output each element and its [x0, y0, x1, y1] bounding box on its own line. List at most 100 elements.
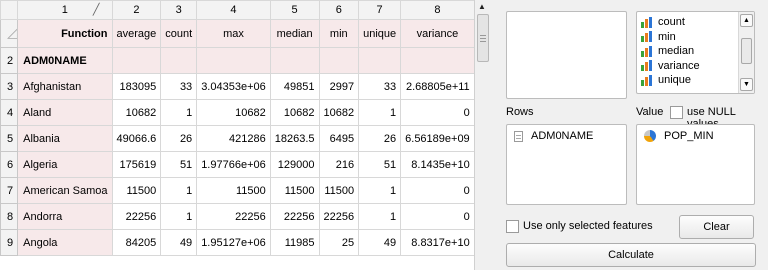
table-cell[interactable]: 1 [358, 177, 402, 204]
table-cell[interactable]: 22256 [111, 203, 162, 230]
table-cell[interactable]: 25 [318, 229, 360, 256]
empty-cell [269, 47, 320, 74]
columns-list[interactable] [506, 11, 627, 99]
pivot-table-view[interactable]: 1 ╱ 2 3 4 5 6 7 8 ◿ Function average coun… [0, 0, 474, 270]
table-cell[interactable]: 1 [358, 99, 402, 126]
table-cell[interactable]: 49066.6 [111, 125, 162, 152]
use-null-checkbox[interactable] [670, 106, 683, 119]
table-cell[interactable]: 1 [358, 203, 402, 230]
calculate-button[interactable]: Calculate [506, 243, 756, 267]
clear-button[interactable]: Clear [679, 215, 754, 239]
table-cell[interactable]: 10682 [111, 99, 162, 126]
table-cell[interactable]: 49 [160, 229, 198, 256]
table-cell[interactable]: 183095 [111, 73, 162, 100]
table-cell[interactable]: 1.97766e+06 [196, 151, 271, 178]
table-cell[interactable]: 216 [318, 151, 360, 178]
table-cell[interactable]: 8.8317e+10 [400, 229, 474, 256]
column-header[interactable]: 2 [111, 0, 162, 20]
bar-chart-icon [641, 31, 653, 43]
values-list-item[interactable]: min [641, 30, 676, 44]
table-cell[interactable]: 10682 [269, 99, 320, 126]
table-cell[interactable]: 6495 [318, 125, 360, 152]
function-header: unique [358, 19, 402, 48]
table-cell[interactable]: 2997 [318, 73, 360, 100]
table-cell[interactable]: 22256 [269, 203, 320, 230]
selected-only-label[interactable]: Use only selected features [523, 220, 653, 232]
table-row: 8 Andorra 22256 1 22256 22256 22256 1 0 [0, 203, 474, 230]
values-list[interactable]: count min median variance unique ▲ ▼ [636, 11, 755, 94]
selected-only-checkbox[interactable] [506, 220, 519, 233]
table-cell[interactable]: 129000 [269, 151, 320, 178]
scroll-up-icon[interactable]: ▲ [740, 14, 753, 27]
value-field-item[interactable]: POP_MIN [644, 129, 714, 143]
table-cell[interactable]: 6.56189e+09 [400, 125, 474, 152]
table-cell[interactable]: 1.95127e+06 [196, 229, 271, 256]
scrollbar-thumb[interactable] [741, 38, 752, 64]
row-number[interactable]: 7 [0, 177, 19, 204]
table-cell[interactable]: 1 [160, 203, 198, 230]
table-cell[interactable]: 33 [160, 73, 198, 100]
table-cell[interactable]: 22256 [196, 203, 271, 230]
values-list-item[interactable]: variance [641, 59, 700, 73]
table-vertical-scrollbar[interactable]: ▲ [474, 0, 489, 270]
table-corner[interactable] [0, 0, 19, 20]
table-cell[interactable]: 0 [400, 203, 474, 230]
table-cell[interactable]: 1 [160, 177, 198, 204]
rows-field-list[interactable]: ADM0NAME [506, 124, 627, 205]
row-number[interactable]: 6 [0, 151, 19, 178]
row-number[interactable]: 2 [0, 47, 19, 74]
table-row: 4 Aland 10682 1 10682 10682 10682 1 0 [0, 99, 474, 126]
table-cell[interactable]: 49 [358, 229, 402, 256]
row-number[interactable]: 8 [0, 203, 19, 230]
table-cell[interactable]: 11500 [111, 177, 162, 204]
rows-label: Rows [506, 106, 534, 118]
table-cell[interactable]: 11985 [269, 229, 320, 256]
table-cell[interactable]: 11500 [269, 177, 320, 204]
values-scrollbar[interactable]: ▲ ▼ [738, 12, 754, 93]
table-cell[interactable]: 26 [160, 125, 198, 152]
table-cell[interactable]: 175619 [111, 151, 162, 178]
pie-chart-icon [644, 130, 656, 143]
column-header[interactable]: 5 [269, 0, 320, 20]
table-cell[interactable]: 2.68805e+11 [400, 73, 474, 100]
value-field-list[interactable]: POP_MIN [636, 124, 755, 205]
table-cell[interactable]: 10682 [318, 99, 360, 126]
table-cell[interactable]: 84205 [111, 229, 162, 256]
table-cell[interactable]: 10682 [196, 99, 271, 126]
column-header[interactable]: 3 [160, 0, 198, 20]
scrollbar-thumb[interactable] [477, 14, 489, 62]
column-header[interactable]: 6 [318, 0, 360, 20]
table-cell[interactable]: 22256 [318, 203, 360, 230]
scroll-down-icon[interactable]: ▼ [740, 78, 753, 91]
values-list-item[interactable]: unique [641, 73, 691, 87]
table-cell[interactable]: 11500 [196, 177, 271, 204]
row-number[interactable]: 3 [0, 73, 19, 100]
pivot-table: 1 ╱ 2 3 4 5 6 7 8 ◿ Function average coun… [0, 0, 474, 256]
table-cell[interactable]: 421286 [196, 125, 271, 152]
column-header[interactable]: 7 [358, 0, 402, 20]
table-cell[interactable]: 0 [400, 177, 474, 204]
table-cell[interactable]: 33 [358, 73, 402, 100]
row-number-corner[interactable]: ◿ [0, 19, 19, 48]
table-cell[interactable]: 51 [358, 151, 402, 178]
table-cell[interactable]: 51 [160, 151, 198, 178]
table-cell[interactable]: 3.04353e+06 [196, 73, 271, 100]
table-cell[interactable]: 0 [400, 99, 474, 126]
table-cell[interactable]: 11500 [318, 177, 360, 204]
column-header[interactable]: 4 [196, 0, 271, 20]
table-cell[interactable]: 26 [358, 125, 402, 152]
table-cell[interactable]: 49851 [269, 73, 320, 100]
values-list-item[interactable]: count [641, 15, 685, 29]
table-cell[interactable]: 8.1435e+10 [400, 151, 474, 178]
row-number[interactable]: 9 [0, 229, 19, 256]
row-number[interactable]: 5 [0, 125, 19, 152]
scroll-up-icon[interactable]: ▲ [476, 1, 488, 13]
column-header[interactable]: 8 [400, 0, 474, 20]
table-cell[interactable]: 1 [160, 99, 198, 126]
row-number[interactable]: 4 [0, 99, 19, 126]
table-cell[interactable]: 18263.5 [269, 125, 320, 152]
column-header[interactable]: 1 ╱ [17, 0, 113, 20]
rows-field-item[interactable]: ADM0NAME [514, 129, 593, 143]
empty-cell [318, 47, 360, 74]
values-list-item[interactable]: median [641, 44, 694, 58]
